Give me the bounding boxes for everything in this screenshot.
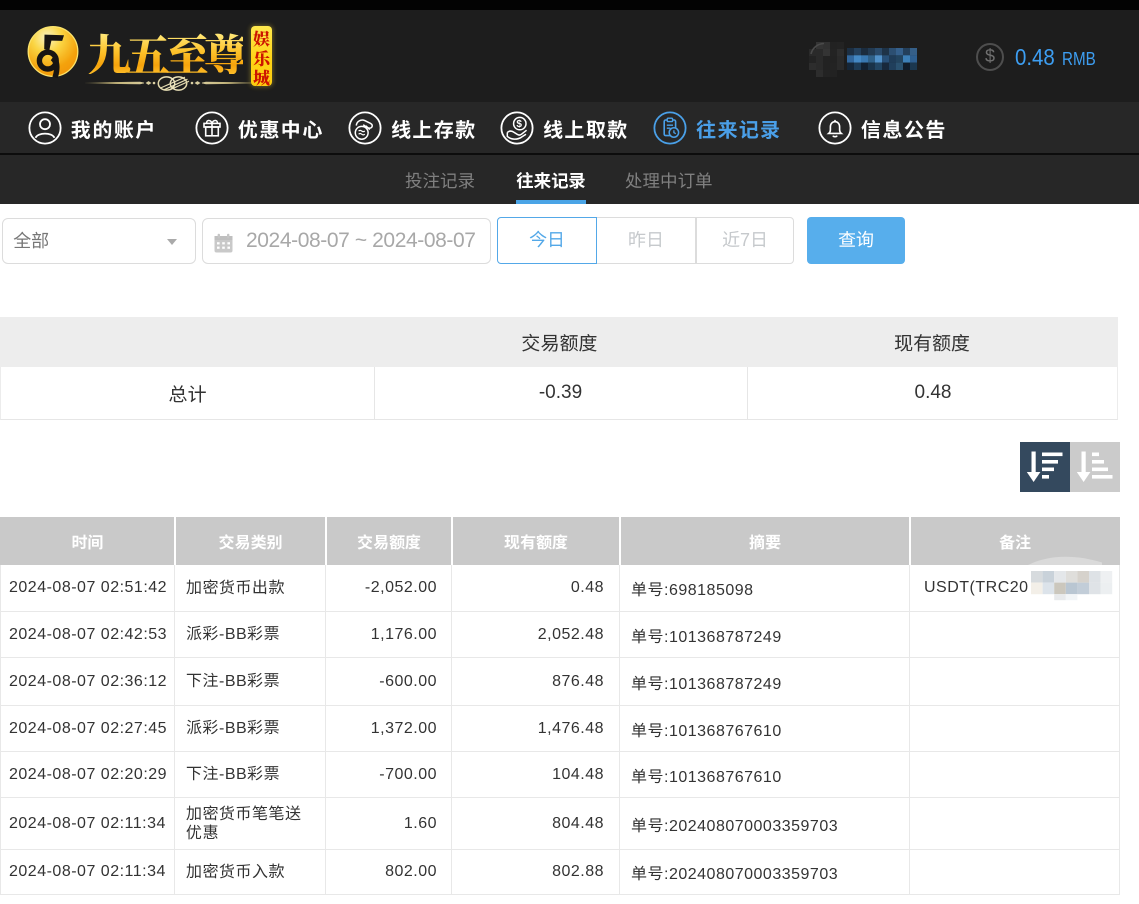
- svg-text:$: $: [516, 119, 523, 130]
